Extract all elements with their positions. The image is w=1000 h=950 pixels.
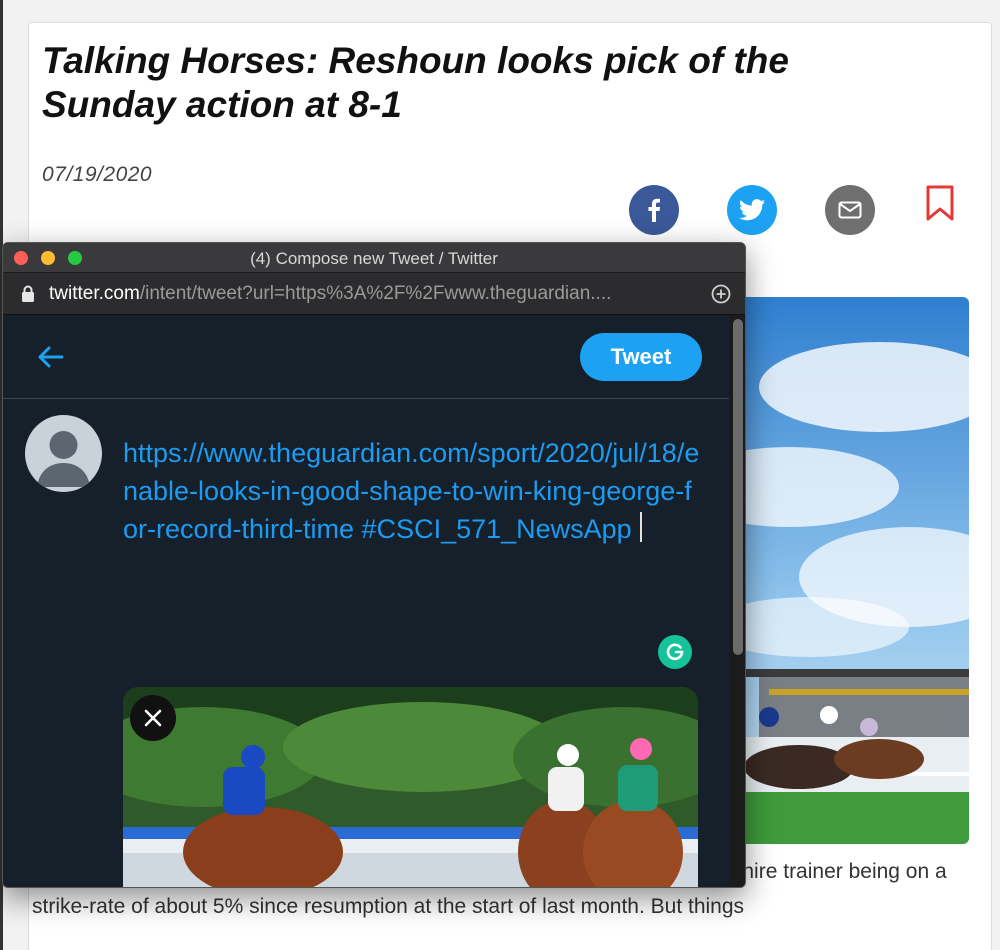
scrollbar[interactable]	[729, 315, 745, 887]
text-cursor	[639, 512, 642, 542]
grammarly-icon[interactable]	[658, 635, 692, 669]
url-path: /intent/tweet?url=https%3A%2F%2Fwww.theg…	[139, 282, 612, 304]
default-avatar-icon	[37, 431, 90, 487]
lock-icon	[22, 285, 34, 302]
avatar	[25, 415, 102, 492]
close-icon	[144, 709, 162, 727]
bookmark-icon[interactable]	[925, 185, 955, 221]
scrollbar-thumb[interactable]	[733, 319, 743, 655]
twitter-icon	[739, 199, 765, 221]
twitter-share-button[interactable]	[727, 185, 777, 235]
article-hero-image	[729, 297, 969, 844]
article-title: Talking Horses: Reshoun looks pick of th…	[42, 40, 789, 125]
url-domain: twitter.com	[49, 282, 140, 304]
tweet-button[interactable]: Tweet	[580, 333, 702, 381]
article-date: 07/19/2020	[42, 163, 153, 186]
compose-header: Tweet	[3, 315, 729, 399]
link-preview-image	[123, 687, 698, 887]
back-arrow-icon[interactable]	[35, 342, 65, 372]
email-share-button[interactable]	[825, 185, 875, 235]
tweet-popup-window: (4) Compose new Tweet / Twitter twitter.…	[2, 242, 746, 888]
tweet-text-content: https://www.theguardian.com/sport/2020/j…	[123, 438, 700, 544]
facebook-icon	[648, 198, 660, 222]
window-title: (4) Compose new Tweet / Twitter	[250, 249, 498, 268]
window-titlebar: (4) Compose new Tweet / Twitter	[3, 243, 745, 273]
tweet-textarea[interactable]: https://www.theguardian.com/sport/2020/j…	[123, 434, 703, 548]
remove-media-button[interactable]	[130, 695, 176, 741]
zoom-in-icon[interactable]	[711, 284, 731, 304]
address-bar[interactable]: twitter.com/intent/tweet?url=https%3A%2F…	[3, 273, 745, 315]
url-text: twitter.com/intent/tweet?url=https%3A%2F…	[49, 283, 699, 305]
email-icon	[838, 201, 862, 219]
facebook-share-button[interactable]	[629, 185, 679, 235]
